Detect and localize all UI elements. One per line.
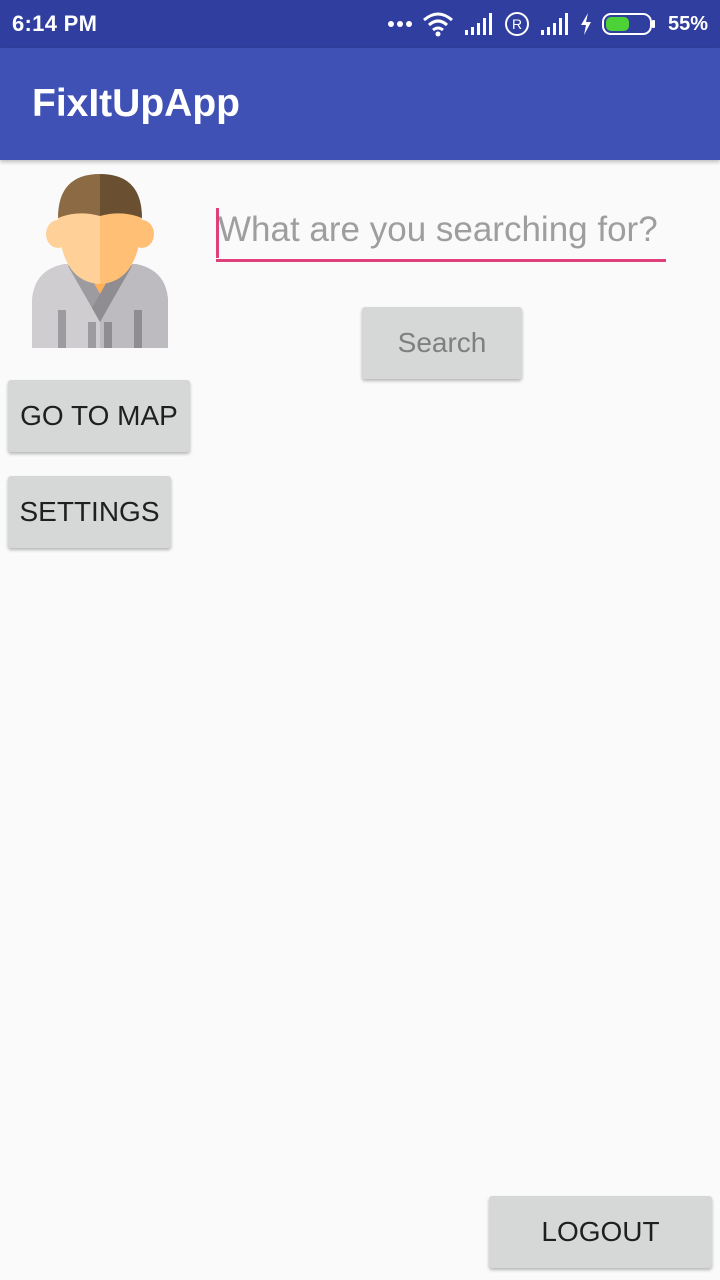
user-avatar-icon xyxy=(28,172,172,348)
app-title: FixItUpApp xyxy=(32,82,240,125)
search-field[interactable] xyxy=(216,200,666,266)
status-icons: R 55% xyxy=(387,11,708,37)
signal-icon xyxy=(540,13,568,35)
status-time: 6:14 PM xyxy=(12,11,98,36)
search-button[interactable]: Search xyxy=(362,307,522,379)
logout-button[interactable]: LOGOUT xyxy=(489,1196,712,1268)
signal-icon xyxy=(464,13,492,35)
text-cursor xyxy=(216,208,219,258)
charging-bolt-icon xyxy=(580,13,591,35)
battery-icon xyxy=(601,13,655,35)
settings-button[interactable]: SETTINGS xyxy=(8,476,171,548)
battery-percent: 55% xyxy=(667,12,708,35)
svg-text:R: R xyxy=(512,16,522,32)
more-dots-icon xyxy=(387,21,412,27)
wifi-icon xyxy=(422,12,453,37)
go-to-map-button[interactable]: GO TO MAP xyxy=(8,380,190,452)
roaming-r-icon: R xyxy=(504,12,529,36)
app-bar: FixItUpApp xyxy=(0,48,720,160)
status-bar: 6:14 PM R 55% xyxy=(0,0,720,48)
search-input[interactable] xyxy=(216,200,666,262)
